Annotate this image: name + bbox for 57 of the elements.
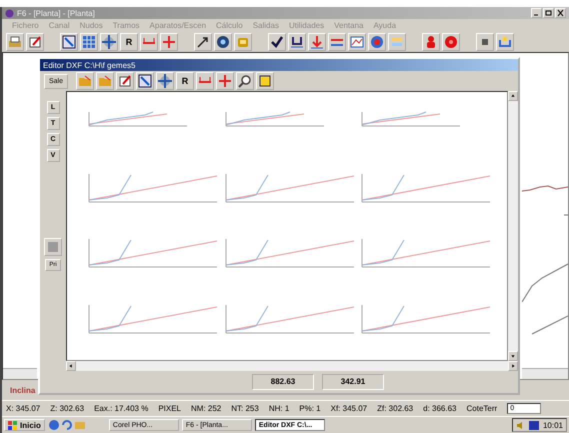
scrollbar[interactable] [3,368,37,379]
scroll-up-icon[interactable] [508,91,518,101]
scrollbar[interactable] [66,361,518,371]
refresh-icon[interactable] [60,419,73,431]
scroll-right-icon[interactable] [508,361,518,371]
selection-icon[interactable] [60,33,78,51]
status-item: Xf: 345.07 [330,404,368,413]
r-tool-button[interactable]: R [120,33,138,51]
status-item: CoteTerr [466,404,498,413]
crosshair-icon[interactable] [100,33,118,51]
pen-icon[interactable] [116,72,134,90]
status-item: NM: 252 [191,404,222,413]
crosshair-icon[interactable] [156,72,174,90]
grid-icon[interactable] [80,33,98,51]
figure-icon[interactable] [422,33,440,51]
minimize-button[interactable] [531,8,542,18]
pen-icon[interactable] [26,33,44,51]
cross-icon[interactable] [216,72,234,90]
status-item: NT: 253 [231,404,259,413]
status-item: Eax.: 17.403 % [94,404,148,413]
checkmark-icon[interactable] [268,33,286,51]
status-item: Zf: 302.63 [377,404,414,413]
eye-icon[interactable] [214,33,232,51]
status-item: PIXEL [158,404,182,413]
scroll-down-icon[interactable] [508,351,518,361]
folder-icon[interactable] [76,72,94,90]
scrollbar[interactable] [522,368,568,379]
value-field: 342.91 [322,374,384,390]
app-icon [5,8,14,18]
restore-button[interactable] [543,8,554,18]
clock: 10:01 [542,420,563,430]
note-icon[interactable] [256,72,274,90]
status-item: X: 345.07 [6,404,40,413]
status-item: Z: 302.63 [50,404,84,413]
selection-icon[interactable] [136,72,154,90]
slope-label: Inclina [10,386,36,394]
status-item: NH: 1 [268,404,290,413]
scroll-left-icon[interactable] [66,361,76,371]
cross-icon[interactable] [160,33,178,51]
window-title: F6 - [Planta] - [Planta] [17,8,96,18]
start-button[interactable]: Inicio [4,419,45,431]
circle-icon[interactable] [368,33,386,51]
circle-icon[interactable] [442,33,460,51]
close-button[interactable] [555,8,566,18]
status-item: d: 366.63 [423,404,457,413]
tray-icon[interactable] [496,33,514,51]
dash-icon[interactable] [328,33,346,51]
r-tool-button[interactable]: R [176,72,194,90]
scrollbar[interactable] [508,91,518,361]
magnifier-icon[interactable] [236,72,254,90]
status-item: P%: 1 [299,404,321,413]
editor-title: Editor DXF C:\H\f gemes5 [43,60,136,70]
square-icon[interactable] [476,33,494,51]
windows-logo-icon [8,420,18,430]
value-field: 882.63 [252,374,314,390]
u-shape-icon[interactable] [288,33,306,51]
printer-icon[interactable] [6,33,24,51]
